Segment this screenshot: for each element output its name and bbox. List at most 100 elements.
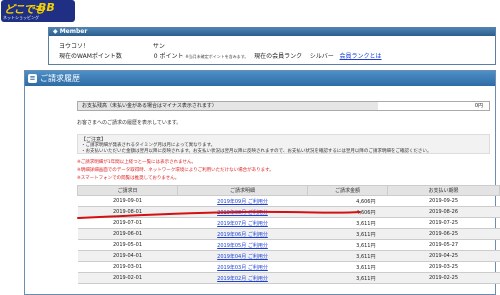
statement-link-td: 2019年03月 ご利用分 — [177, 261, 308, 273]
amount-cell: 3,611円 — [356, 220, 376, 227]
due-date-cell: 2019-04-25 — [428, 253, 459, 259]
amount-cell-td: 3,611円 — [307, 217, 388, 229]
header-amount: ご請求金額 — [307, 185, 388, 196]
member-title-text: Member — [59, 28, 88, 35]
due-date-cell-td: 2019-02-25 — [387, 272, 500, 284]
table-row: 2019-06-01 2019年06月 ご利用分 3,611円 2019-06-25 — [77, 228, 500, 240]
amount-cell-td: 3,611円 — [307, 250, 388, 262]
billing-table: ご請求日 ご請求明細 ご請求金額 お支払い期限 2019-09-01 2019年0… — [77, 185, 500, 284]
billing-date-cell: 2019-05-01 — [112, 242, 143, 248]
billing-date-cell-td: 2019-07-01 — [77, 217, 178, 229]
due-date-cell: 2019-02-25 — [428, 275, 459, 281]
amount-cell-td: 4,606円 — [307, 195, 388, 207]
rank-info-link[interactable]: 会員ランクとは — [340, 53, 382, 60]
member-greeting: ヨウコソ！ サン — [59, 41, 165, 50]
panel-title: ≡ ご請求履歴 — [25, 71, 495, 86]
rank-value: シルバー — [309, 53, 334, 60]
billing-date-cell-td: 2019-08-01 — [77, 206, 178, 218]
billing-date-cell-td: 2019-02-01 — [77, 272, 178, 284]
billing-date-cell: 2019-07-01 — [112, 220, 143, 226]
billing-date-cell: 2019-04-01 — [112, 253, 143, 259]
statement-link-td: 2019年06月 ご利用分 — [177, 228, 308, 240]
due-date-cell: 2019-08-26 — [428, 209, 459, 215]
points-note: ※当月未確定ポイントを含みます。 — [185, 54, 249, 59]
due-date-cell-td: 2019-08-26 — [387, 206, 500, 218]
points-unit: ポイント — [159, 53, 184, 60]
statement-link[interactable]: 2019年07月 ご利用分 — [217, 221, 268, 227]
warning-2: ※明細詳細画面でのデータ取得時、ネットワーク環境によりご利用いただけない場合があ… — [77, 168, 274, 173]
member-points-row: 現在のWAMポイント数 0 ポイント ※当月未確定ポイントを含みます。 現在の会… — [59, 51, 382, 60]
billing-date-cell-td: 2019-06-01 — [77, 228, 178, 240]
panel-title-text: ご請求履歴 — [40, 74, 80, 83]
due-date-cell-td: 2019-05-27 — [387, 239, 500, 251]
member-box: ◆ Member ヨウコソ！ サン 現在のWAMポイント数 0 ポイント ※当月… — [48, 27, 496, 65]
statement-link[interactable]: 2019年09月 ご利用分 — [217, 199, 268, 205]
amount-cell-td: 3,611円 — [307, 261, 388, 273]
amount-cell: 4,606円 — [356, 209, 376, 216]
amount-cell: 4,606円 — [356, 198, 376, 205]
warning-1: ※ご請求明細が1年間以上経つと一覧には表示されません。 — [77, 160, 196, 165]
statement-link-td: 2019年09月 ご利用分 — [177, 195, 308, 207]
statement-link[interactable]: 2019年03月 ご利用分 — [217, 265, 268, 271]
statement-link-td: 2019年05月 ご利用分 — [177, 239, 308, 251]
billing-date-cell: 2019-06-01 — [112, 231, 143, 237]
table-row: 2019-07-01 2019年07月 ご利用分 3,611円 2019-07-25 — [77, 217, 500, 229]
billing-date-cell-td: 2019-05-01 — [77, 239, 178, 251]
header-statement: ご請求明細 — [177, 185, 308, 196]
statement-link[interactable]: 2019年08月 ご利用分 — [217, 210, 268, 216]
header-due-date: お支払い期限 — [387, 185, 500, 196]
intro-text: お客さまへのご請求の履歴を表示しています。 — [77, 120, 182, 126]
balance-row: お支払残高（未払い金がある場合はマイナス表示されます） 0円 — [77, 101, 490, 111]
amount-cell: 3,611円 — [356, 231, 376, 238]
greeting-suffix: サン — [152, 43, 165, 50]
table-row: 2019-08-01 2019年08月 ご利用分 4,606円 2019-08-26 — [77, 206, 500, 218]
member-title: ◆ Member — [49, 28, 495, 36]
due-date-cell-td: 2019-07-25 — [387, 217, 500, 229]
due-date-cell: 2019-05-27 — [428, 242, 459, 248]
amount-cell-td: 3,611円 — [307, 272, 388, 284]
document-icon: ≡ — [28, 74, 37, 83]
statement-link[interactable]: 2019年06月 ご利用分 — [217, 232, 268, 238]
balance-label: お支払残高（未払い金がある場合はマイナス表示されます） — [78, 102, 378, 110]
billing-date-cell: 2019-03-01 — [112, 264, 143, 270]
due-date-cell: 2019-07-25 — [428, 220, 459, 226]
table-row: 2019-02-01 2019年02月 ご利用分 3,611円 2019-02-25 — [77, 272, 500, 284]
note-2: ・お支払いいただいた金額は翌月以降に反映されます。お支払い状況は翌月以降に反映さ… — [81, 149, 432, 154]
warning-3: ※スマートフォンでの閲覧は推奨しておりません。 — [77, 176, 180, 181]
logo-brand-b: BB — [38, 1, 55, 14]
amount-cell: 3,611円 — [356, 253, 376, 260]
amount-cell-td: 4,606円 — [307, 206, 388, 218]
site-logo[interactable]: どこでも BB ネットショッピング — [1, 0, 75, 22]
billing-date-cell: 2019-08-01 — [112, 209, 143, 215]
notes-box: 【ご注意】 ・ご請求明細が発表されるタイミング月は月によって異なります。 ・お支… — [77, 134, 490, 154]
billing-date-cell-td: 2019-04-01 — [77, 250, 178, 262]
billing-date-cell: 2019-02-01 — [112, 275, 143, 281]
amount-cell: 3,611円 — [356, 264, 376, 271]
amount-cell-td: 3,611円 — [307, 228, 388, 240]
statement-link-td: 2019年04月 ご利用分 — [177, 250, 308, 262]
due-date-cell-td: 2019-06-25 — [387, 228, 500, 240]
table-row: 2019-04-01 2019年04月 ご利用分 3,611円 2019-04-25 — [77, 250, 500, 262]
statement-link[interactable]: 2019年02月 ご利用分 — [217, 276, 268, 282]
amount-cell: 3,611円 — [356, 242, 376, 249]
billing-date-cell-td: 2019-03-01 — [77, 261, 178, 273]
due-date-cell: 2019-06-25 — [428, 231, 459, 237]
table-row: 2019-05-01 2019年05月 ご利用分 3,611円 2019-05-27 — [77, 239, 500, 251]
greeting-label: ヨウコソ！ — [59, 43, 90, 50]
table-header-row: ご請求日 ご請求明細 ご請求金額 お支払い期限 — [77, 185, 500, 196]
billing-date-cell-td: 2019-09-01 — [77, 195, 178, 207]
table-row: 2019-09-01 2019年09月 ご利用分 4,606円 2019-09-25 — [77, 195, 500, 207]
balance-value: 0円 — [474, 103, 483, 109]
statement-link[interactable]: 2019年04月 ご利用分 — [217, 254, 268, 260]
statement-link-td: 2019年08月 ご利用分 — [177, 206, 308, 218]
amount-cell: 3,611円 — [356, 275, 376, 282]
due-date-cell: 2019-03-25 — [428, 264, 459, 270]
rank-label: 現在の会員ランク — [254, 53, 303, 60]
amount-cell-td: 3,611円 — [307, 239, 388, 251]
table-row: 2019-03-01 2019年03月 ご利用分 3,611円 2019-03-25 — [77, 261, 500, 273]
logo-tagline: ネットショッピング — [3, 15, 39, 20]
billing-date-cell: 2019-09-01 — [112, 198, 143, 204]
statement-link-td: 2019年02月 ご利用分 — [177, 272, 308, 284]
points-value: 0 — [153, 53, 158, 60]
statement-link[interactable]: 2019年05月 ご利用分 — [217, 243, 268, 249]
